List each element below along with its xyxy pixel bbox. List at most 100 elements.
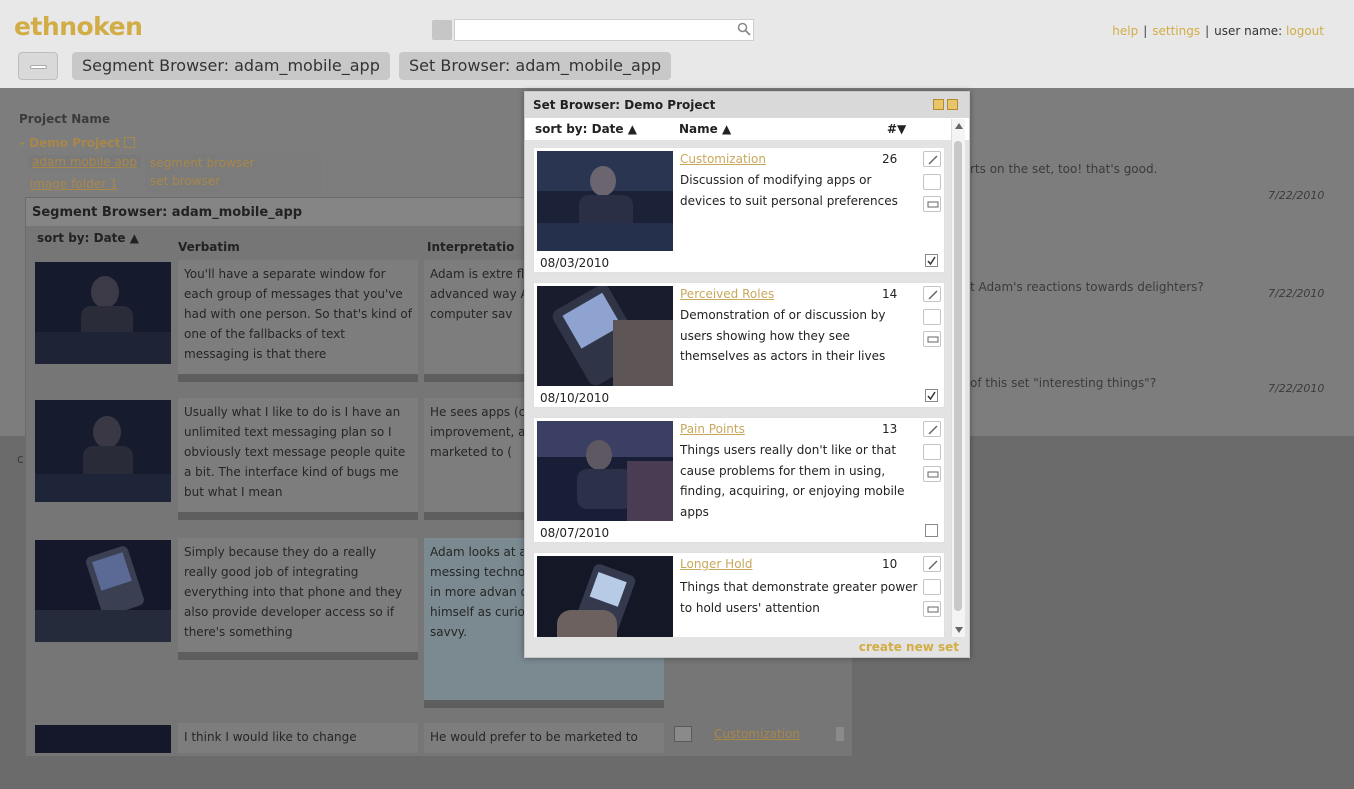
set-browser-title[interactable]: Set Browser: Demo Project xyxy=(525,92,969,118)
column-interpretation[interactable]: Interpretatio xyxy=(427,240,514,254)
comment-icon[interactable] xyxy=(923,331,941,347)
set-description: Things that demonstrate greater power to… xyxy=(680,580,918,615)
verbatim-cell[interactable]: You'll have a separate window for each g… xyxy=(178,260,418,374)
set-name-link[interactable]: Customization xyxy=(680,152,766,166)
video-thumbnail[interactable] xyxy=(35,262,171,364)
sort-by-name[interactable]: Name ▲ xyxy=(679,122,731,136)
project-tree-item-app[interactable]: adam mobile app xyxy=(28,155,141,169)
edit-icon[interactable] xyxy=(674,726,692,742)
sort-by-date[interactable]: sort by: Date ▲ xyxy=(37,231,139,245)
expand-handle[interactable] xyxy=(178,652,418,660)
expand-handle[interactable] xyxy=(178,374,418,382)
verbatim-cell[interactable]: I think I would like to change xyxy=(178,723,418,753)
set-checkbox[interactable] xyxy=(925,524,938,537)
comment-date: 7/22/2010 xyxy=(1268,382,1325,395)
scroll-down-arrow[interactable] xyxy=(836,727,844,741)
sort-by-date[interactable]: sort by: Date ▲ xyxy=(535,122,637,136)
copy-icon[interactable] xyxy=(923,579,941,595)
expand-handle[interactable] xyxy=(178,512,418,520)
set-name-link[interactable]: Longer Hold xyxy=(680,557,753,571)
expand-handle[interactable] xyxy=(424,700,664,708)
video-thumbnail[interactable] xyxy=(35,400,171,502)
search-icon[interactable] xyxy=(737,22,751,36)
comment-text: of this set "interesting things"? xyxy=(970,376,1157,390)
segment-row[interactable]: I think I would like to change He would … xyxy=(32,723,844,753)
minimize-window-icon[interactable] xyxy=(933,99,944,110)
copy-icon[interactable] xyxy=(923,309,941,325)
set-count: 26 xyxy=(882,152,898,166)
sort-by-count[interactable]: #▼ xyxy=(887,122,906,136)
app-logo[interactable]: ethnoken xyxy=(14,12,143,41)
search-input[interactable] xyxy=(454,19,754,41)
help-link[interactable]: help xyxy=(1112,24,1138,38)
set-date: 08/10/2010 xyxy=(540,391,610,405)
project-tree-item[interactable]: - Demo Project xyxy=(20,136,136,150)
set-description: Discussion of modifying apps or devices … xyxy=(680,173,898,208)
comment-icon[interactable] xyxy=(923,601,941,617)
column-verbatim[interactable]: Verbatim xyxy=(178,240,240,254)
edit-pencil-icon[interactable] xyxy=(923,151,941,167)
verbatim-cell[interactable]: Usually what I like to do is I have an u… xyxy=(178,398,418,512)
set-thumbnail[interactable] xyxy=(537,556,673,637)
scroll-down-arrow-icon[interactable] xyxy=(955,627,963,633)
set-item[interactable]: 08/03/2010 Customization 26 Discussion o… xyxy=(533,147,945,273)
minimize-all-button[interactable] xyxy=(18,52,58,80)
set-count: 13 xyxy=(882,422,898,436)
interpretation-cell[interactable]: He would prefer to be marketed to xyxy=(424,723,664,753)
top-links: help | settings | user name: logout xyxy=(1112,24,1324,38)
video-thumbnail[interactable] xyxy=(35,725,171,753)
copy-icon[interactable] xyxy=(923,174,941,190)
edit-pencil-icon[interactable] xyxy=(923,556,941,572)
video-thumbnail[interactable] xyxy=(35,540,171,642)
set-description: Demonstration of or discussion by users … xyxy=(680,308,886,363)
set-count: 14 xyxy=(882,287,898,301)
set-list: 08/03/2010 Customization 26 Discussion o… xyxy=(533,147,945,637)
set-list-scrollbar[interactable] xyxy=(951,119,965,637)
set-date: 08/07/2010 xyxy=(540,526,610,540)
set-link[interactable]: Customization xyxy=(714,727,800,741)
edit-pencil-icon[interactable] xyxy=(923,421,941,437)
tab-segment-browser[interactable]: Segment Browser: adam_mobile_app xyxy=(72,52,390,80)
comment-text: t Adam's reactions towards delighters? xyxy=(970,280,1204,294)
set-sort-bar: sort by: Date ▲ Name ▲ #▼ xyxy=(525,118,969,140)
context-menu-set-browser[interactable]: set browser xyxy=(150,174,220,188)
settings-link[interactable]: settings xyxy=(1152,24,1200,38)
set-description: Things users really don't like or that c… xyxy=(680,443,905,519)
search-options-button[interactable] xyxy=(432,20,452,40)
copy-icon[interactable] xyxy=(923,444,941,460)
comment-date: 7/22/2010 xyxy=(1268,287,1325,300)
close-window-icon[interactable] xyxy=(947,99,958,110)
scroll-up-arrow-icon[interactable] xyxy=(955,123,963,129)
project-name-label: Project Name xyxy=(19,112,111,126)
set-thumbnail[interactable] xyxy=(537,286,673,386)
set-date: 08/03/2010 xyxy=(540,256,610,270)
tab-set-browser[interactable]: Set Browser: adam_mobile_app xyxy=(399,52,672,80)
set-name-link[interactable]: Pain Points xyxy=(680,422,745,436)
app-header: ethnoken help | settings | user name: logout… xyxy=(0,0,1354,88)
create-new-set-link[interactable]: create new set xyxy=(859,640,959,654)
set-checkbox[interactable] xyxy=(925,389,938,402)
edit-pencil-icon[interactable] xyxy=(923,286,941,302)
logout-link[interactable]: logout xyxy=(1286,24,1324,38)
set-thumbnail[interactable] xyxy=(537,421,673,521)
context-menu-segment-browser[interactable]: segment browser xyxy=(150,156,254,170)
set-checkbox[interactable] xyxy=(925,254,938,267)
set-item[interactable]: 08/10/2010 Perceived Roles 14 Demonstrat… xyxy=(533,282,945,408)
set-count: 10 xyxy=(882,557,898,571)
comment-icon[interactable] xyxy=(923,196,941,212)
set-item[interactable]: Longer Hold 10 Things that demonstrate g… xyxy=(533,552,945,637)
user-name-label: user name: xyxy=(1214,24,1283,38)
stray-text: c xyxy=(17,452,24,466)
set-browser-window: Set Browser: Demo Project sort by: Date … xyxy=(524,91,970,658)
set-name-link[interactable]: Perceived Roles xyxy=(680,287,774,301)
project-tree-item-folder[interactable]: image folder 1 xyxy=(30,177,117,191)
comment-text: rts on the set, too! that's good. xyxy=(970,162,1158,176)
comment-icon[interactable] xyxy=(923,466,941,482)
verbatim-cell[interactable]: Simply because they do a really really g… xyxy=(178,538,418,652)
scrollbar-thumb[interactable] xyxy=(954,141,962,611)
set-thumbnail[interactable] xyxy=(537,151,673,251)
context-menu: segment browser set browser xyxy=(145,153,321,193)
comment-date: 7/22/2010 xyxy=(1268,189,1325,202)
set-item[interactable]: 08/07/2010 Pain Points 13 Things users r… xyxy=(533,417,945,543)
search-bar xyxy=(432,19,754,41)
